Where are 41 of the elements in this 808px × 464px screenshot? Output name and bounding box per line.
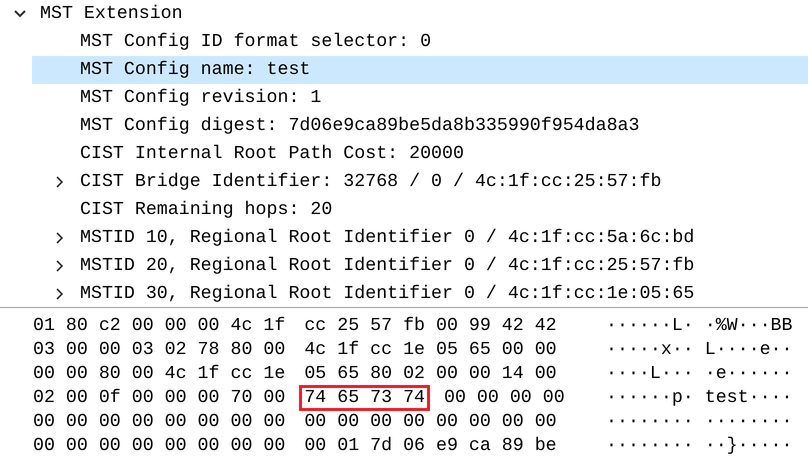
tree-item-label: MSTID 30, Regional Root Identifier 0 / 4c:1f:cc:1e:05:65 — [80, 283, 694, 303]
tree-item-label: MST Config name: test — [80, 59, 310, 82]
tree-item-label: MST Config digest: 7d06e9ca89be5da8b335990f954da8a3 — [80, 115, 640, 138]
tree-row[interactable]: CIST Remaining hops: 20 — [32, 196, 808, 224]
hex-bytes: 05 65 80 02 00 00 14 00 — [303, 363, 558, 386]
hex-bytes: 00 00 00 00 — [443, 387, 566, 410]
tree-item-label: MST Config ID format selector: 0 — [80, 31, 432, 54]
tree-row[interactable]: MST Config revision: 1 — [32, 84, 808, 112]
tree-row[interactable]: MST Config name: test — [32, 56, 808, 84]
tree-row[interactable]: MST Config ID format selector: 0 — [32, 28, 808, 56]
tree-item-label: CIST Remaining hops: 20 — [80, 199, 332, 222]
tree-row[interactable]: CIST Internal Root Path Cost: 20000 — [32, 140, 808, 168]
ascii-text: ········ ········ — [606, 412, 792, 432]
tree-row[interactable]: MST Extension — [0, 0, 808, 28]
hex-bytes: 4c 1f cc 1e 05 65 00 00 — [303, 339, 558, 362]
ascii-text: ·····x·· L····e·· — [606, 340, 792, 360]
tree-item-label: MST Config revision: 1 — [80, 87, 322, 110]
hex-bytes: cc 25 57 fb 00 99 42 42 — [303, 315, 558, 338]
tree-row[interactable]: CIST Bridge Identifier: 32768 / 0 / 4c:1f:cc:25:57:fb — [32, 168, 808, 196]
tree-item-label: MSTID 10, Regional Root Identifier 0 / 4c:1f:cc:5a:6c:bd — [80, 227, 694, 250]
highlighted-hex-bytes: 74 65 73 74 — [299, 385, 430, 411]
tree-row[interactable]: MSTID 30, Regional Root Identifier 0 / 4c:1f:cc:1e:05:65 — [32, 280, 808, 303]
ascii-text: ······L· ·%W···BB — [606, 316, 792, 336]
hex-bytes: 00 00 80 00 4c 1f cc 1e — [32, 363, 286, 386]
tree-item-label: CIST Internal Root Path Cost: 20000 — [80, 143, 464, 166]
hex-bytes: 03 00 00 03 02 78 80 00 — [32, 339, 286, 362]
ascii-text: ······p· test···· — [606, 388, 792, 408]
hex-bytes: 00 01 7d 06 e9 ca 89 be — [303, 435, 558, 458]
hex-bytes: 01 80 c2 00 00 00 4c 1f — [32, 315, 286, 338]
tree-item-label: MST Extension — [40, 3, 183, 26]
tree-item-label: MSTID 20, Regional Root Identifier 0 / 4c:1f:cc:25:57:fb — [80, 255, 694, 278]
hex-bytes: 00 00 00 00 00 00 00 00 — [32, 435, 286, 458]
tree-row[interactable]: MSTID 10, Regional Root Identifier 0 / 4c:1f:cc:5a:6c:bd — [32, 224, 808, 252]
hex-bytes: 00 00 00 00 00 00 00 00 — [303, 411, 558, 434]
tree-row[interactable]: MST Config digest: 7d06e9ca89be5da8b335990f954da8a3 — [32, 112, 808, 140]
ascii-text: ····L··· ·e······ — [606, 364, 792, 384]
ascii-text: ········ ··}····· — [606, 436, 792, 456]
tree-row[interactable]: MSTID 20, Regional Root Identifier 0 / 4c:1f:cc:25:57:fb — [32, 252, 808, 280]
hex-bytes: 00 00 00 00 00 00 00 00 — [32, 411, 286, 434]
tree-item-label: CIST Bridge Identifier: 32768 / 0 / 4c:1f:cc:25:57:fb — [80, 171, 662, 194]
hex-bytes: 02 00 0f 00 00 00 70 00 — [32, 387, 286, 410]
